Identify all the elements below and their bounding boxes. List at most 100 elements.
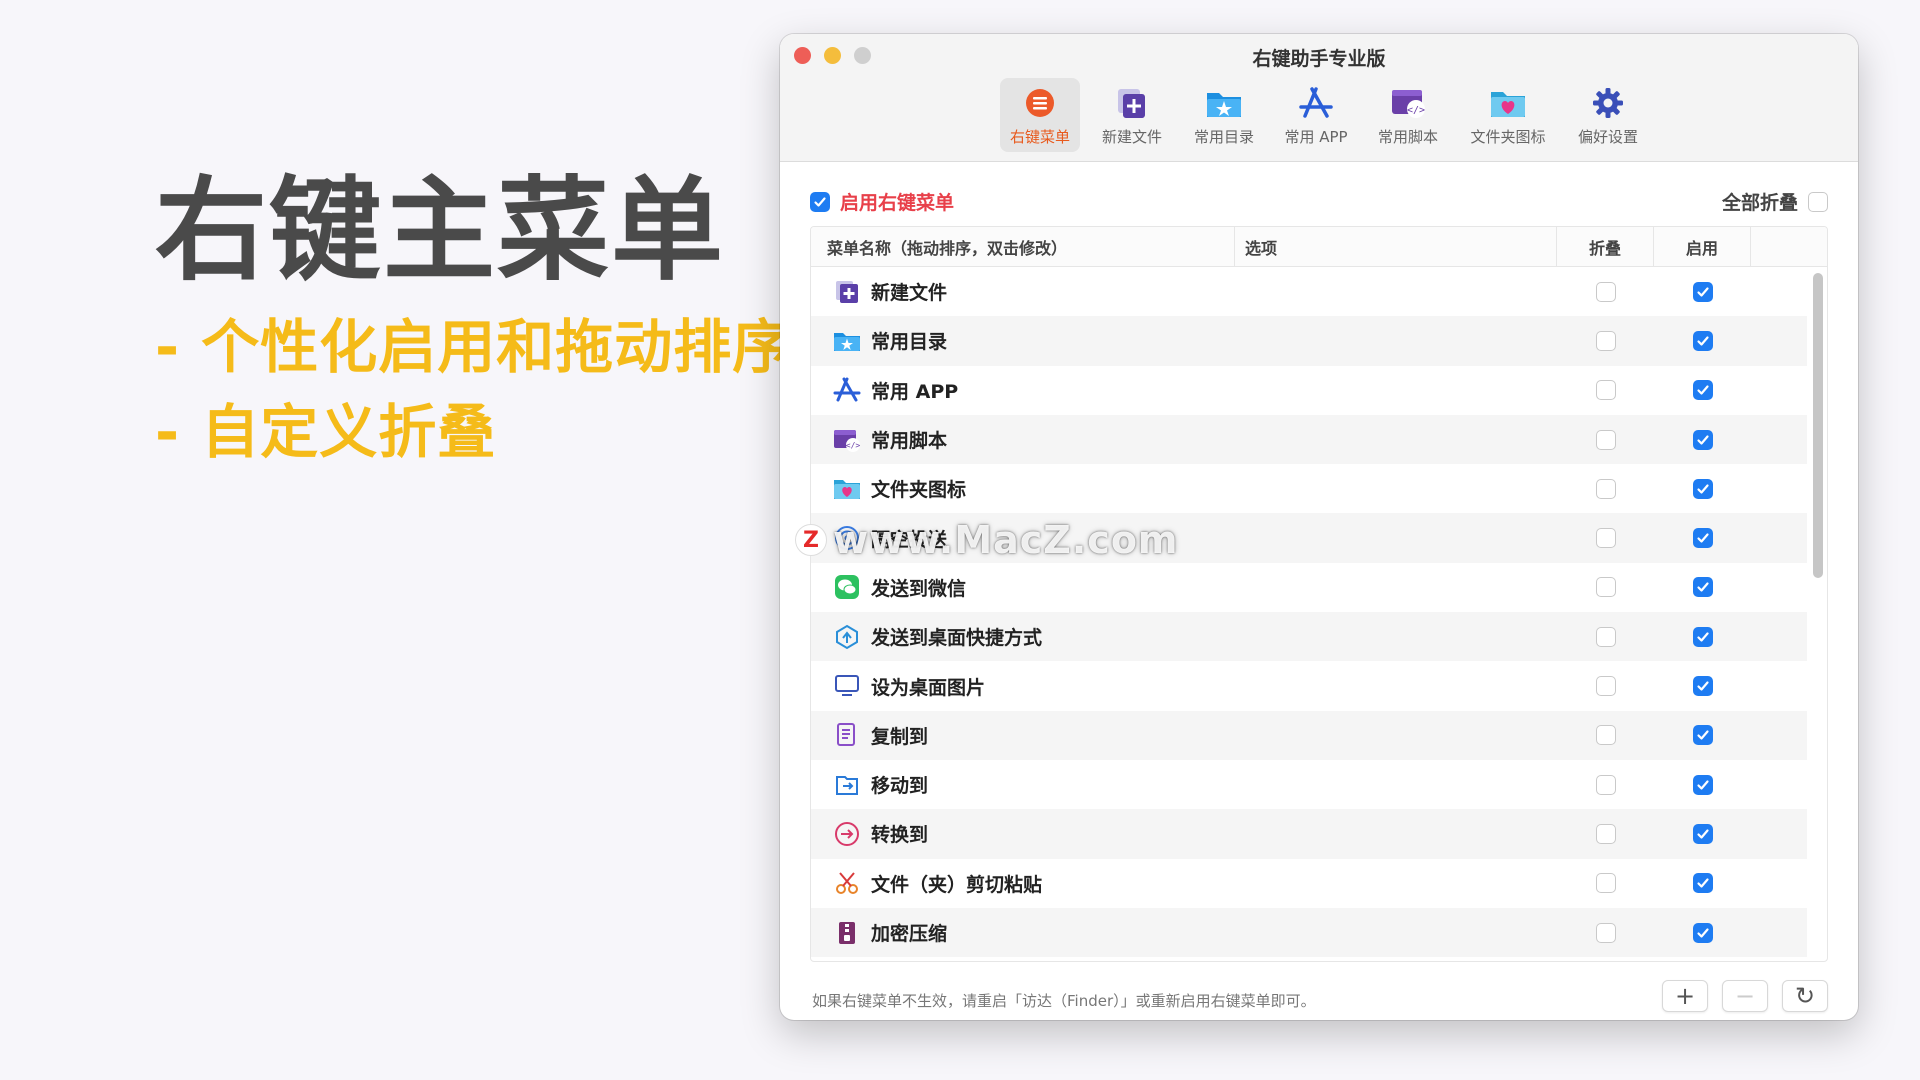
enable-row-checkbox[interactable] <box>1692 922 1713 943</box>
menu-name-cell[interactable]: 文件夹图标 <box>811 475 1235 503</box>
fold-cell <box>1557 577 1654 598</box>
fold-checkbox[interactable] <box>1595 725 1616 746</box>
table-row[interactable]: 设为桌面图片 <box>811 661 1807 710</box>
enable-row-checkbox[interactable] <box>1692 676 1713 697</box>
enable-checkbox[interactable] <box>810 191 830 212</box>
enable-row-checkbox[interactable] <box>1692 725 1713 746</box>
table-row[interactable]: 发送到微信 <box>811 563 1807 612</box>
table-row[interactable]: 复制到 <box>811 710 1807 760</box>
table-row[interactable]: 文件夹图标 <box>811 464 1807 513</box>
enable-cell <box>1654 528 1751 549</box>
add-button[interactable]: + <box>1662 980 1708 1012</box>
fold-cell <box>1557 676 1654 697</box>
column-header-enable[interactable]: 启用 <box>1654 227 1751 266</box>
fold-checkbox[interactable] <box>1595 380 1616 401</box>
footer-hint: 如果右键菜单不生效，请重启「访达（Finder）」或重新启用右键菜单即可。 <box>812 992 1316 1010</box>
enable-row-checkbox[interactable] <box>1692 528 1713 549</box>
enable-row-checkbox[interactable] <box>1692 873 1713 894</box>
fold-checkbox[interactable] <box>1595 330 1616 351</box>
menu-name-cell[interactable]: 常用 APP <box>811 376 1235 404</box>
fold-checkbox[interactable] <box>1595 823 1616 844</box>
fold-checkbox[interactable] <box>1595 626 1616 647</box>
tab-new-file[interactable]: 新建文件 <box>1092 78 1172 152</box>
enable-row-checkbox[interactable] <box>1692 626 1713 647</box>
fold-cell <box>1557 873 1654 894</box>
menu-name-cell[interactable]: 文件（夹）剪切粘贴 <box>811 869 1235 897</box>
menu-name-label: 新建文件 <box>871 282 948 305</box>
fold-cell <box>1557 823 1654 844</box>
enable-row-checkbox[interactable] <box>1692 478 1713 499</box>
collapse-all-toggle[interactable]: 全部折叠 <box>1722 188 1828 215</box>
table-row[interactable]: 常用目录 <box>811 316 1807 366</box>
tab-common-folders[interactable]: 常用目录 <box>1184 78 1264 152</box>
fold-checkbox[interactable] <box>1595 873 1616 894</box>
fold-checkbox[interactable] <box>1595 429 1616 450</box>
tab-preferences[interactable]: 偏好设置 <box>1568 78 1648 152</box>
enable-row-checkbox[interactable] <box>1692 577 1713 598</box>
footer: 如果右键菜单不生效，请重启「访达（Finder）」或重新启用右键菜单即可。 + … <box>810 972 1828 1020</box>
fold-cell <box>1557 281 1654 302</box>
tab-common-scripts[interactable]: </> 常用脚本 <box>1368 78 1448 152</box>
menu-name-cell[interactable]: 转换到 <box>811 820 1235 848</box>
fold-checkbox[interactable] <box>1595 922 1616 943</box>
fold-checkbox[interactable] <box>1595 281 1616 302</box>
table-row[interactable]: 发送到桌面快捷方式 <box>811 612 1807 662</box>
refresh-button[interactable]: ↻ <box>1782 980 1828 1012</box>
wechat-icon <box>833 573 861 601</box>
column-header-fold[interactable]: 折叠 <box>1557 227 1654 266</box>
monitor-icon <box>833 672 861 700</box>
enable-context-menu-toggle[interactable]: 启用右键菜单 <box>810 188 954 215</box>
tab-context-menu[interactable]: 右键菜单 <box>1000 78 1080 152</box>
menu-name-cell[interactable]: 设为桌面图片 <box>811 672 1235 700</box>
remove-button[interactable]: − <box>1722 980 1768 1012</box>
table-row[interactable]: 加密压缩 <box>811 907 1807 958</box>
table-row[interactable]: 移动到 <box>811 760 1807 809</box>
menu-name-cell[interactable]: 加密压缩 <box>811 919 1235 947</box>
table-row[interactable]: 转换到 <box>811 809 1807 859</box>
enable-row-checkbox[interactable] <box>1692 774 1713 795</box>
menu-name-cell[interactable]: 常用目录 <box>811 327 1235 355</box>
table-row[interactable]: 文件（夹）剪切粘贴 <box>811 859 1807 908</box>
tab-label: 常用脚本 <box>1377 128 1438 146</box>
fold-checkbox[interactable] <box>1595 478 1616 499</box>
table-row[interactable]: 新建文件 <box>811 267 1807 316</box>
tab-folder-icons[interactable]: 文件夹图标 <box>1460 78 1556 152</box>
vertical-scrollbar[interactable] <box>1813 273 1823 578</box>
menu-name-cell[interactable]: 复制到 <box>811 721 1235 749</box>
enable-row-checkbox[interactable] <box>1692 330 1713 351</box>
fold-checkbox[interactable] <box>1595 676 1616 697</box>
menu-name-cell[interactable]: 发送到桌面快捷方式 <box>811 623 1235 651</box>
enable-cell <box>1654 676 1751 697</box>
tab-label: 常用目录 <box>1193 128 1254 146</box>
menu-name-label: 发送到微信 <box>871 577 967 600</box>
fold-cell <box>1557 330 1654 351</box>
watermark: Z www.MacZ.com <box>795 518 1179 562</box>
enable-row-checkbox[interactable] <box>1692 380 1713 401</box>
tab-common-apps[interactable]: 常用 APP <box>1276 78 1356 152</box>
tab-label: 文件夹图标 <box>1470 128 1546 146</box>
collapse-all-checkbox[interactable] <box>1808 191 1828 212</box>
menu-name-cell[interactable]: 移动到 <box>811 771 1235 799</box>
enable-row-checkbox[interactable] <box>1692 281 1713 302</box>
menu-name-cell[interactable]: 新建文件 <box>811 278 1235 306</box>
fold-cell <box>1557 429 1654 450</box>
content-area: 启用右键菜单 全部折叠 菜单名称（拖动排序，双击修改） 选项 折叠 启用 新建文… <box>810 162 1828 1020</box>
column-header-name[interactable]: 菜单名称（拖动排序，双击修改） <box>811 227 1235 266</box>
fold-checkbox[interactable] <box>1595 774 1616 795</box>
column-header-options[interactable]: 选项 <box>1235 227 1557 266</box>
enable-row-checkbox[interactable] <box>1692 429 1713 450</box>
convert-icon <box>833 820 861 848</box>
enable-cell <box>1654 330 1751 351</box>
folder-heart-icon <box>833 475 861 503</box>
table-row[interactable]: 常用 APP <box>811 366 1807 415</box>
menu-name-cell[interactable]: 发送到微信 <box>811 573 1235 601</box>
fold-checkbox[interactable] <box>1595 528 1616 549</box>
enable-row-checkbox[interactable] <box>1692 823 1713 844</box>
fold-cell <box>1557 725 1654 746</box>
menu-name-cell[interactable]: </> 常用脚本 <box>811 426 1235 454</box>
menu-name-label: 文件（夹）剪切粘贴 <box>871 873 1043 896</box>
move-icon <box>833 771 861 799</box>
fold-checkbox[interactable] <box>1595 577 1616 598</box>
menu-name-label: 转换到 <box>871 824 929 847</box>
table-row[interactable]: </> 常用脚本 <box>811 414 1807 465</box>
